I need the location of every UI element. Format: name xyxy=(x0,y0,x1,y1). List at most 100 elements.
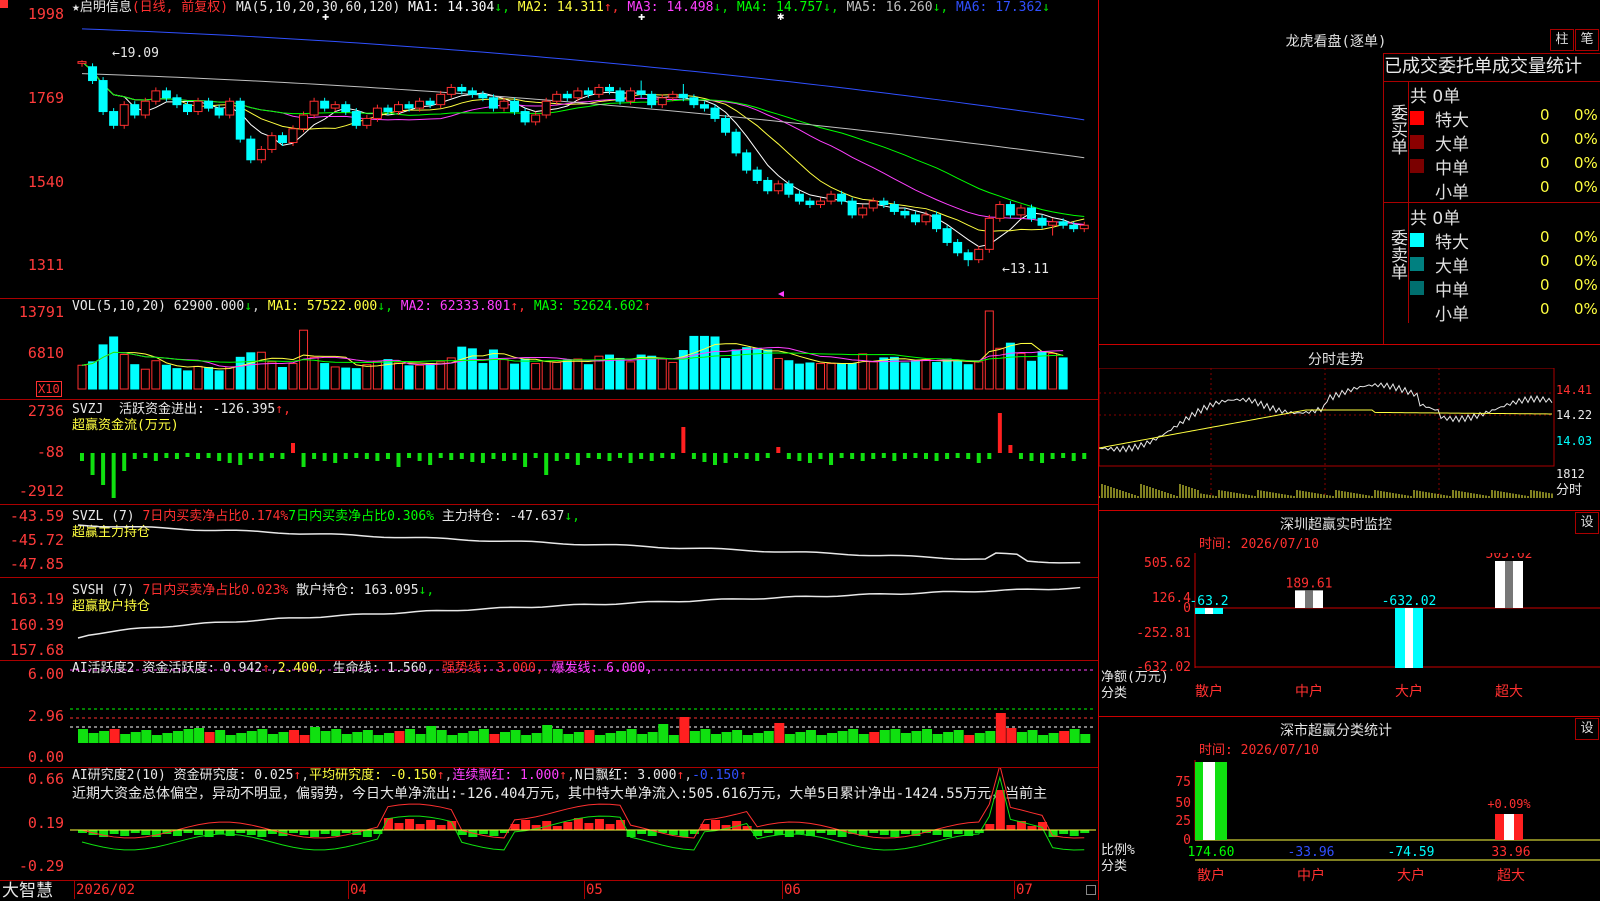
volume-bar xyxy=(277,367,287,390)
flow-bar xyxy=(797,453,802,461)
research-bar xyxy=(637,830,647,834)
flow-bar xyxy=(955,453,960,458)
activity-bar xyxy=(278,732,289,743)
ai-active-chart[interactable]: ↑ xyxy=(0,661,1098,767)
activity-bar xyxy=(837,731,848,743)
activity-bar xyxy=(78,729,88,743)
volume-bar xyxy=(225,366,235,390)
bar-mode-button[interactable]: 柱 xyxy=(1550,29,1574,51)
activity-bar xyxy=(510,730,521,743)
flow-bar xyxy=(174,453,179,459)
flow-bar xyxy=(153,453,158,461)
svzj-chart[interactable] xyxy=(0,400,1098,504)
buy-row: 小单 0 0% xyxy=(1410,178,1600,203)
flow-bar xyxy=(607,453,612,461)
scroll-handle[interactable] xyxy=(1086,885,1096,895)
research-bar xyxy=(795,830,805,834)
candle-body xyxy=(963,252,973,261)
date-label: 2026/02 xyxy=(76,882,136,898)
intraday-chart[interactable]: 14.41 14.22 14.03 1812 分时 xyxy=(1099,368,1600,510)
research-bar xyxy=(626,830,636,837)
ai-research-chart[interactable] xyxy=(0,768,1098,880)
intraday-tick: 1812 xyxy=(1556,467,1585,481)
candle-body xyxy=(794,193,804,202)
monitor-chart[interactable]: 505.62126.40-252.81-632.02-63.2189.61-63… xyxy=(1099,553,1600,716)
sell-label: 委卖单 xyxy=(1387,229,1407,280)
activity-bar xyxy=(109,729,120,743)
activity-bar xyxy=(1069,729,1080,743)
svsh-chart[interactable] xyxy=(0,578,1098,660)
activity-bar xyxy=(953,730,964,743)
class-bar-shade xyxy=(1504,814,1514,840)
flow-bar xyxy=(132,453,137,459)
volume-bar xyxy=(868,361,878,390)
order-header: 已成交委托单成交量统计 xyxy=(1384,56,1582,77)
flow-bar xyxy=(702,453,707,462)
svzl-chart[interactable] xyxy=(0,505,1098,577)
volume-panel[interactable]: VOL(5,10,20) 62900.000↓, MA1: 57522.000↓… xyxy=(0,299,1098,399)
low-mark: ←13.11 xyxy=(1002,262,1049,277)
volume-chart[interactable] xyxy=(0,299,1098,399)
candle-body xyxy=(404,104,414,109)
candle-body xyxy=(436,93,446,106)
candlestick-chart[interactable]: ✚ ✚ ✱ xyxy=(0,0,1098,298)
class-chart[interactable]: 7550250+0.09%174.60 -33.96 -74.59 33.96比例%分… xyxy=(1099,760,1600,900)
volume-bar xyxy=(172,368,182,390)
volume-bar xyxy=(963,364,973,390)
ai-active-panel[interactable]: AI活跃度2 资金活跃度: 0.942↑,2.400, 生命线: 1.560, … xyxy=(0,661,1098,767)
flow-bar xyxy=(375,453,380,461)
activity-bar xyxy=(1016,732,1027,743)
candle-body xyxy=(1005,204,1015,216)
buy-label: 委买单 xyxy=(1387,104,1407,155)
volume-bar xyxy=(816,363,825,390)
research-bar xyxy=(310,830,320,837)
activity-bar xyxy=(257,729,268,743)
buy-total: 共 0单 xyxy=(1410,87,1461,107)
activity-bar xyxy=(774,723,785,743)
research-bar xyxy=(552,826,562,830)
research-bar xyxy=(426,820,436,830)
monitor-settings-button[interactable]: 设 xyxy=(1575,512,1599,534)
candle-body xyxy=(889,204,899,212)
flow-bar xyxy=(459,453,464,459)
research-bar xyxy=(943,830,953,837)
volume-bar xyxy=(784,360,794,390)
candle-body xyxy=(573,90,583,99)
candle-body xyxy=(499,100,509,109)
volume-bar xyxy=(88,361,98,390)
flow-bar xyxy=(428,453,433,465)
activity-bar xyxy=(436,730,447,743)
research-bar xyxy=(489,830,499,836)
activity-bar xyxy=(879,730,890,743)
class-settings-button[interactable]: 设 xyxy=(1575,718,1599,740)
flow-bar xyxy=(860,453,865,461)
flow-bar xyxy=(976,453,981,463)
svzl-panel[interactable]: SVZL (7) 7日内买卖净占比0.174%7日内买卖净占比0.306% 主力… xyxy=(0,505,1098,577)
volume-bar xyxy=(889,356,899,390)
svzj-panel[interactable]: SVZJ 活跃资金进出: -126.395↑, 超赢资金流(万元) 2736 -… xyxy=(0,400,1098,504)
activity-bar xyxy=(204,732,215,743)
volume-bar xyxy=(562,359,572,390)
main-chart-panel[interactable]: ★启明信息(日线, 前复权) MA(5,10,20,30,60,120) MA1… xyxy=(0,0,1098,298)
ai-research-panel[interactable]: AI研究度2(10) 资金研究度: 0.025↑,平均研究度: -0.150↑,… xyxy=(0,768,1098,880)
candle-body xyxy=(425,100,435,106)
research-bar xyxy=(394,823,404,830)
candle-body xyxy=(256,148,266,161)
volume-bar xyxy=(183,370,192,390)
activity-bar xyxy=(974,733,985,743)
tick-mode-button[interactable]: 笔 xyxy=(1575,29,1599,51)
research-bar xyxy=(141,830,151,835)
flow-bar xyxy=(618,453,623,458)
flow-bar xyxy=(966,453,971,459)
research-bar xyxy=(584,823,594,830)
research-line-green xyxy=(81,775,1085,851)
flow-bar xyxy=(333,453,338,463)
activity-bar xyxy=(658,724,669,743)
volume-bar xyxy=(288,363,298,390)
research-bar xyxy=(1027,826,1037,830)
candle-body xyxy=(721,117,731,133)
candle-body xyxy=(657,97,667,106)
svsh-panel[interactable]: SVSH (7) 7日内买卖净占比0.023% 散户持仓: 163.095↓, … xyxy=(0,578,1098,660)
candle-body xyxy=(773,183,783,192)
flow-bar xyxy=(502,453,506,461)
